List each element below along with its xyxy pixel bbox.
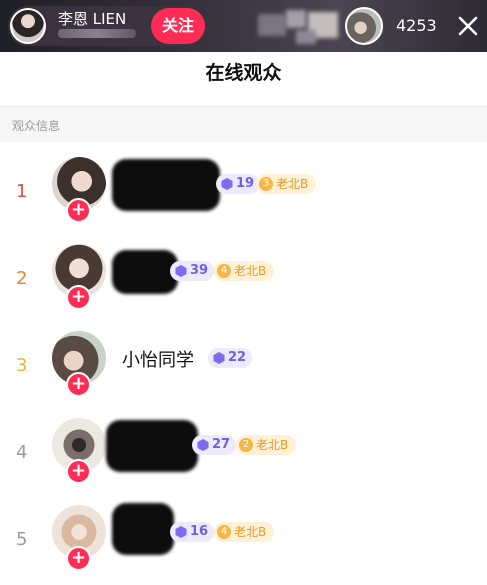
follow-plus-icon[interactable]: +: [66, 372, 91, 397]
audience-row[interactable]: 3 + 小怡同学 22: [0, 331, 487, 411]
hexagon-level-icon: [221, 178, 233, 190]
user-level-value: 27: [212, 437, 231, 452]
hexagon-level-icon: [175, 526, 187, 538]
follow-plus-icon[interactable]: +: [66, 198, 91, 223]
fan-club-badge: 2 老北B: [236, 435, 297, 455]
redacted-username: [112, 159, 220, 211]
fan-level-number: 2: [239, 438, 253, 452]
audience-row[interactable]: 1 + 19 3 老北B: [0, 157, 487, 237]
user-level-badge: 19: [216, 174, 261, 194]
viewer-count[interactable]: 4253: [396, 16, 437, 35]
user-level-value: 19: [236, 176, 255, 191]
audience-row[interactable]: 2 + 39 4 老北B: [0, 244, 487, 324]
follow-plus-icon[interactable]: +: [66, 285, 91, 310]
hexagon-level-icon: [197, 439, 209, 451]
fan-level-number: 4: [217, 264, 231, 278]
audience-info-label: 观众信息: [12, 119, 61, 133]
rank-number: 4: [16, 442, 28, 463]
fan-club-name: 老北B: [234, 525, 267, 539]
follow-plus-icon[interactable]: +: [66, 546, 91, 571]
follow-button[interactable]: 关注: [151, 8, 205, 44]
blurred-viewer-avatar: [258, 14, 286, 36]
fan-level-number: 4: [217, 525, 231, 539]
blurred-viewer-avatar: [286, 10, 306, 28]
user-level-value: 16: [190, 524, 209, 539]
user-level-value: 39: [190, 263, 209, 278]
redacted-username: [112, 250, 178, 294]
username: 小怡同学: [122, 350, 194, 371]
rank-number: 3: [16, 355, 28, 376]
fan-club-badge: 4 老北B: [214, 261, 275, 281]
fan-club-name: 老北B: [234, 264, 267, 278]
rank-number: 5: [16, 529, 28, 550]
follow-plus-icon[interactable]: +: [66, 459, 91, 484]
fan-club-name: 老北B: [256, 438, 289, 452]
user-level-badge: 22: [208, 348, 253, 368]
top-viewer-avatar[interactable]: [345, 7, 383, 45]
online-audience-title: 在线观众: [205, 62, 282, 84]
host-name: 李恩 LIEN: [58, 10, 127, 28]
user-level-badge: 39: [170, 261, 215, 281]
user-level-badge: 16: [170, 522, 215, 542]
hexagon-level-icon: [213, 352, 225, 364]
user-level-value: 22: [228, 350, 247, 365]
blurred-viewer-avatar: [296, 30, 316, 44]
host-subtitle-redacted: [58, 29, 136, 38]
close-icon[interactable]: [456, 12, 480, 40]
fan-club-badge: 3 老北B: [256, 174, 317, 194]
user-level-badge: 27: [192, 435, 237, 455]
redacted-username: [106, 420, 198, 472]
fan-club-badge: 4 老北B: [214, 522, 275, 542]
rank-number: 2: [16, 268, 28, 289]
rank-number: 1: [16, 181, 28, 202]
audience-row[interactable]: 4 + 27 2 老北B: [0, 418, 487, 498]
redacted-username: [112, 503, 174, 555]
host-avatar[interactable]: [10, 8, 46, 44]
audience-info-header: 观众信息: [0, 106, 487, 142]
fan-level-number: 3: [259, 177, 273, 191]
hexagon-level-icon: [175, 265, 187, 277]
fan-club-name: 老北B: [276, 177, 309, 191]
live-top-bar: 李恩 LIEN 关注 4253: [0, 0, 487, 52]
audience-row[interactable]: 5 + 16 4 老北B: [0, 503, 487, 585]
